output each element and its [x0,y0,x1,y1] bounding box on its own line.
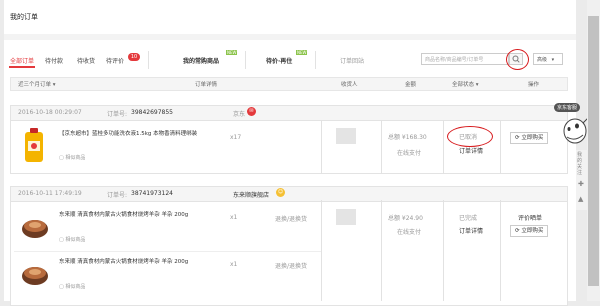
after-sale-link[interactable]: 退换/退换货 [275,214,307,223]
chevron-down-icon: ▾ [51,82,56,88]
column-divider [381,120,382,174]
quantity: x1 [230,261,238,268]
detergent-bottle-icon [25,128,43,162]
column-divider [443,200,444,301]
advanced-search-dropdown[interactable]: 高级 ▾ [533,53,563,65]
order-search-input[interactable]: 商品名称/商品编号/订单号 [421,53,509,65]
buy-again-button[interactable]: ⟳ 立即购买 [510,132,549,144]
range-label: 近三个月订单 [18,82,52,88]
tab-pending-receipt[interactable]: 待收货 [77,56,95,65]
order-number-label: 订单号: [107,111,128,118]
product-name[interactable]: 东来顺 清真食材内蒙古火锅食材烧烤羊杂 羊杂 200g [59,258,219,266]
tab-price-protect[interactable]: 待价·再住 [266,56,292,65]
payment-method: 在线支付 [397,150,422,157]
advanced-label: 高级 [537,57,548,63]
buy-again-label: 立即购买 [521,135,544,141]
order-status: 已取消 [459,134,478,141]
customer-service-label[interactable]: 京东客服 [554,103,581,112]
buy-again-button[interactable]: ⟳ 立即购买 [510,225,549,237]
quantity: x1 [230,214,238,221]
hotpot-icon [22,267,48,285]
tab-divider [245,51,246,69]
order-total: 总额 ¥168.30 [388,134,427,141]
similar-label: 相似商品 [65,237,86,243]
quantity: x17 [230,134,242,141]
column-amount: 金额 [405,82,417,88]
time-range-dropdown[interactable]: 近三个月订单 ▾ [18,80,56,88]
side-follow-button[interactable]: 我的关注 [577,152,586,176]
status-label: 全部状态 [452,82,475,88]
table-header [10,77,568,91]
recipient-name-blurred [336,209,356,225]
side-cart-icon[interactable]: ✚ [578,180,584,188]
shop-name[interactable]: 京东 [233,109,245,118]
tab-order-recycle[interactable]: 订单回站 [340,56,364,65]
after-sale-link[interactable]: 退换/退换货 [275,261,307,270]
jd-chat-icon[interactable]: ✉ [247,107,256,116]
shop-name[interactable]: 东来顺旗舰店 [233,190,269,199]
chevron-down-icon: ▾ [551,57,555,63]
order-number[interactable]: 38741973124 [131,190,173,197]
column-divider [381,200,382,301]
annotation-circle [506,49,529,70]
tab-divider [315,51,316,69]
order-card [10,186,568,306]
column-actions: 操作 [528,82,540,88]
product-name[interactable]: 【京东超市】蓝桂多功能洗衣液1.5kg 本物香清料理绑装 [59,130,219,138]
column-divider [443,120,444,174]
new-tag: NEW [226,50,238,55]
scrollbar-thumb[interactable] [588,16,599,286]
shop-chat-icon[interactable]: ☺ [276,188,285,197]
column-details: 订单详情 [195,82,218,88]
similar-label: 相似商品 [65,284,86,290]
tab-pending-payment[interactable]: 待付款 [45,56,63,65]
tab-pending-review[interactable]: 待评价 [106,56,124,65]
status-filter-dropdown[interactable]: 全部状态 ▾ [452,80,479,88]
tab-frequent-products[interactable]: 我的常购商品 [183,56,219,65]
similar-label: 相似商品 [65,155,86,161]
hotpot-icon [22,220,48,238]
order-number[interactable]: 39842697855 [131,109,173,116]
item-divider [14,251,322,252]
order-header [11,106,567,121]
chevron-down-icon: ▾ [474,82,479,88]
tab-all-orders[interactable]: 全部订单 [10,56,34,65]
order-details-link[interactable]: 订单详情 [459,146,483,155]
product-name[interactable]: 东来顺 清真食材内蒙古火锅食材烧烤羊杂 羊杂 200g [59,211,219,219]
order-details-link[interactable]: 订单详情 [459,226,483,235]
similar-products-link[interactable]: ▢ 相似商品 [59,236,85,243]
product-image[interactable] [20,212,50,242]
payment-method: 在线支付 [397,229,422,236]
column-divider [321,200,322,301]
review-link[interactable]: 评价晒单 [518,213,542,222]
order-date: 2016-10-18 00:29:07 [18,109,82,116]
page-title: 我的订单 [10,13,38,21]
product-image[interactable] [20,259,50,289]
recipient-name-blurred [336,128,356,144]
divider [4,34,576,40]
order-date: 2016-10-11 17:49:19 [18,190,82,197]
column-divider [500,200,501,301]
order-number-label: 订单号: [107,192,128,199]
review-count-badge: 10 [128,53,140,61]
new-tag: NEW [296,50,308,55]
product-image[interactable] [22,127,46,163]
column-recipient: 收货人 [341,82,358,88]
similar-products-link[interactable]: ▢ 相似商品 [59,154,85,161]
order-status: 已完成 [459,215,478,222]
tab-divider [148,51,149,69]
active-tab-indicator [9,66,35,68]
buy-again-label: 立即购买 [521,228,544,234]
back-to-top-icon[interactable]: ▲ [578,195,583,203]
order-header [11,187,567,202]
column-divider [321,120,322,174]
column-divider [500,120,501,174]
order-total: 总额 ¥24.90 [388,215,423,222]
similar-products-link[interactable]: ▢ 相似商品 [59,283,85,290]
